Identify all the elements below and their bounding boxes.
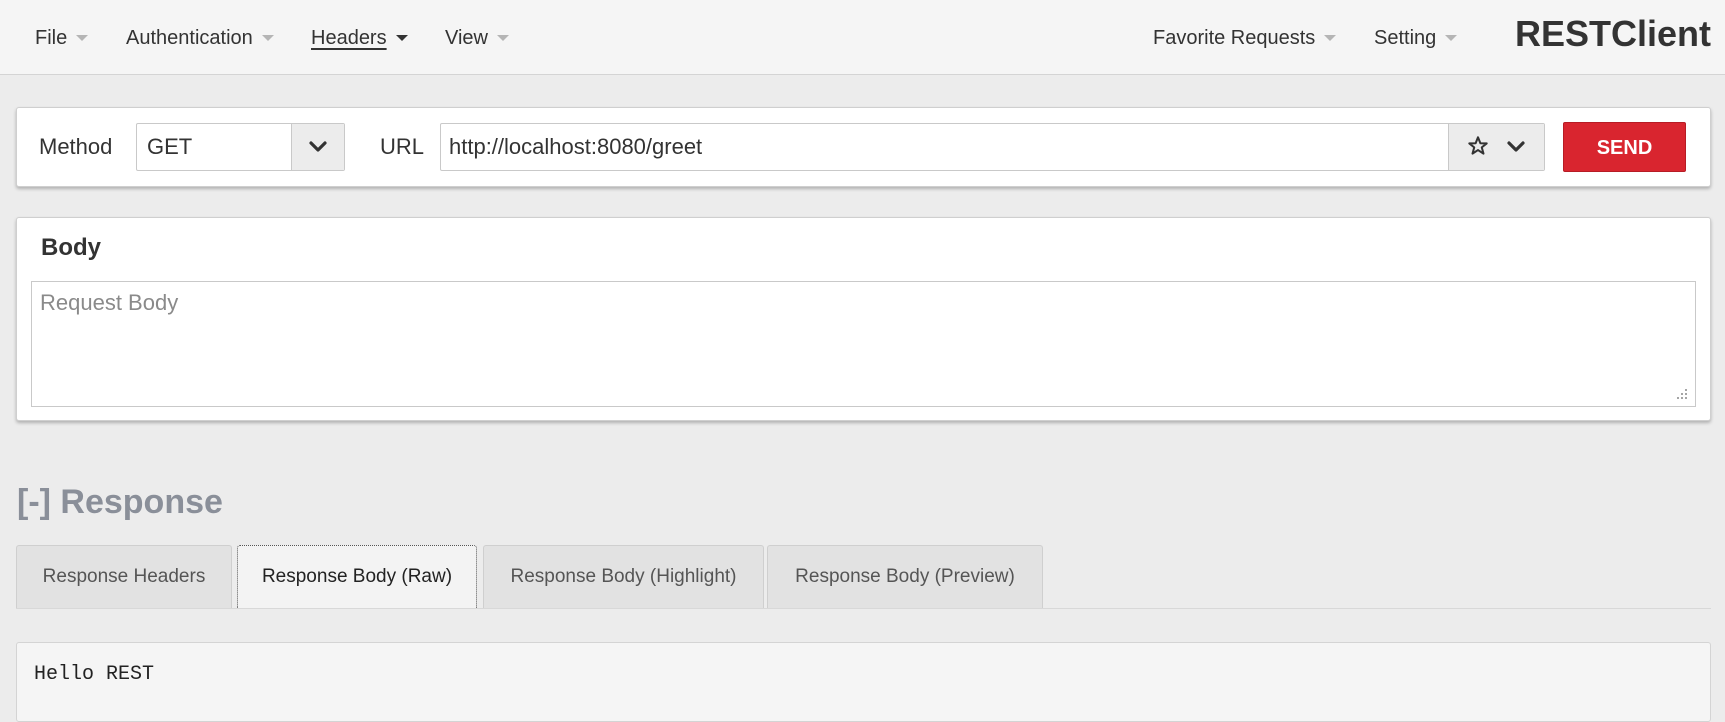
url-field-group [440,123,1545,171]
method-select[interactable]: GET [136,123,345,171]
menu-setting[interactable]: Setting [1374,0,1458,75]
body-title: Body [41,234,101,261]
menu-view[interactable]: View [445,0,509,75]
method-select-value: GET [147,134,193,159]
tab-response-headers[interactable]: Response Headers [16,545,232,608]
caret-down-icon [261,34,274,41]
caret-down-icon [76,34,89,41]
body-panel: Body [16,217,1711,421]
menu-headers-label: Headers [311,27,387,49]
menu-authentication-label: Authentication [126,27,253,49]
menu-file-label: File [35,27,68,49]
menu-authentication[interactable]: Authentication [126,0,274,75]
resize-grip-icon[interactable] [1676,388,1688,400]
url-addon [1448,124,1544,170]
caret-down-icon [1445,34,1458,41]
request-body-input[interactable] [31,281,1696,407]
menu-view-label: View [445,27,488,49]
caret-down-icon [395,34,408,41]
response-toggle[interactable]: [-] Response [17,483,223,522]
method-label: Method [39,134,113,159]
tab-response-body-preview[interactable]: Response Body (Preview) [767,545,1043,608]
menu-headers[interactable]: Headers [311,0,408,75]
caret-down-icon [1324,34,1337,41]
menu-setting-label: Setting [1374,27,1437,49]
url-input[interactable] [441,124,1431,170]
app-brand: RESTClient [1514,13,1711,54]
menu-favorite-requests[interactable]: Favorite Requests [1153,0,1337,75]
menu-bar: File Authentication Headers View Favorit… [0,0,1725,75]
tab-response-body-highlight[interactable]: Response Body (Highlight) [483,545,764,608]
star-icon[interactable] [1467,135,1489,157]
request-panel: Method GET URL SEND [16,107,1711,187]
menu-favorite-requests-label: Favorite Requests [1153,27,1316,49]
chevron-down-icon[interactable] [1507,141,1525,153]
caret-down-icon [497,34,509,41]
menu-file[interactable]: File [35,0,89,75]
response-body-panel: Hello REST [16,642,1711,722]
response-body-text: Hello REST [34,663,155,686]
url-label: URL [380,134,425,159]
tab-divider [16,608,1711,609]
tab-response-body-raw[interactable]: Response Body (Raw) [237,545,477,608]
method-dropdown-button[interactable] [291,124,344,170]
chevron-down-icon [309,141,327,152]
send-button[interactable]: SEND [1563,122,1686,172]
